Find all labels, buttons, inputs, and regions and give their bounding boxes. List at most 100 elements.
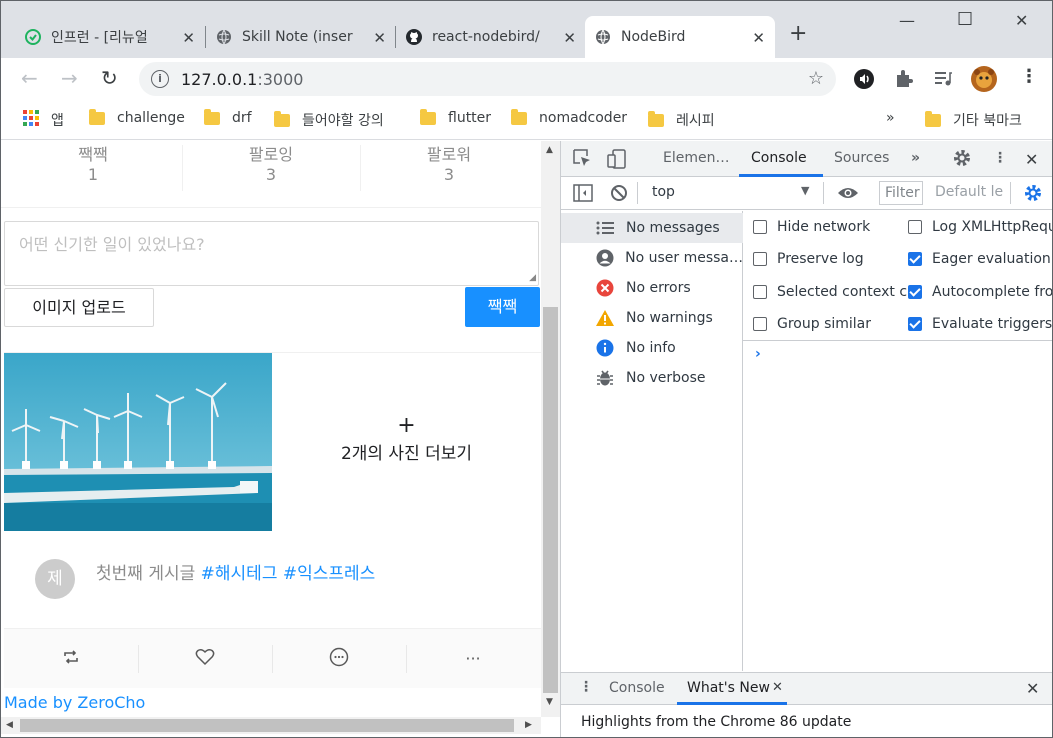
scroll-right-icon[interactable]: ▶ bbox=[525, 720, 532, 730]
extensions-icon[interactable] bbox=[894, 68, 914, 92]
hide-network-checkbox[interactable]: Hide network bbox=[753, 219, 870, 235]
selected-context-checkbox[interactable]: Selected context c bbox=[753, 284, 907, 300]
close-tab-icon[interactable]: ✕ bbox=[563, 29, 576, 47]
close-devtools-icon[interactable]: ✕ bbox=[1025, 150, 1038, 169]
reload-icon[interactable]: ↻ bbox=[101, 66, 118, 90]
group-similar-checkbox[interactable]: Group similar bbox=[753, 316, 871, 332]
close-drawer-icon[interactable]: ✕ bbox=[1026, 679, 1039, 698]
devtools-kebab-icon[interactable]: ⋮ bbox=[993, 150, 1007, 166]
bookmark-folder-drf[interactable]: drf bbox=[204, 108, 252, 126]
folder-icon bbox=[89, 108, 105, 125]
context-select[interactable]: top bbox=[652, 184, 675, 200]
new-tab-icon[interactable]: + bbox=[789, 21, 807, 46]
close-drawer-tab-icon[interactable]: ✕ bbox=[772, 680, 783, 695]
more-tabs-icon[interactable]: » bbox=[911, 150, 920, 166]
autocomplete-checkbox[interactable]: Autocomplete fror bbox=[908, 284, 1053, 300]
maximize-icon[interactable]: ☐ bbox=[957, 9, 973, 30]
bookmark-folder-challenge[interactable]: challenge bbox=[89, 108, 185, 126]
scroll-left-icon[interactable]: ◀ bbox=[6, 720, 13, 730]
close-tab-icon[interactable]: ✕ bbox=[752, 29, 765, 47]
option-label: Selected context c bbox=[777, 284, 908, 300]
more-photos-button[interactable]: + 2개의 사진 더보기 bbox=[272, 353, 541, 531]
inspect-icon[interactable] bbox=[573, 149, 591, 171]
option-label: Autocomplete fror bbox=[932, 284, 1053, 300]
post-image[interactable] bbox=[4, 353, 272, 531]
sidebar-item-user-messages[interactable]: No user messa… bbox=[561, 243, 743, 273]
device-toolbar-icon[interactable] bbox=[607, 149, 627, 173]
sidebar-item-warnings[interactable]: No warnings bbox=[561, 303, 743, 333]
comment-button[interactable] bbox=[272, 629, 406, 688]
hashtag-link[interactable]: #해시테그 bbox=[201, 564, 278, 584]
close-tab-icon[interactable]: ✕ bbox=[182, 29, 195, 47]
drawer-tab-whats-new[interactable]: What's New bbox=[687, 680, 770, 696]
drawer-tab-console[interactable]: Console bbox=[609, 680, 665, 696]
resize-grip-icon[interactable]: ◢ bbox=[529, 273, 536, 283]
image-upload-button[interactable]: 이미지 업로드 bbox=[4, 288, 154, 327]
post-textarea[interactable]: 어떤 신기한 일이 있었나요? ◢ bbox=[4, 221, 539, 286]
bookmark-star-icon[interactable]: ☆ bbox=[808, 68, 824, 89]
footer-link[interactable]: Made by ZeroCho bbox=[4, 693, 145, 712]
sidebar-item-messages[interactable]: No messages bbox=[561, 213, 743, 243]
back-icon[interactable]: ← bbox=[21, 66, 38, 90]
gear-icon[interactable] bbox=[952, 148, 972, 172]
address-bar[interactable]: i 127.0.0.1:3000 ☆ bbox=[139, 62, 836, 96]
menu-kebab-icon[interactable]: ⋮ bbox=[1020, 66, 1038, 87]
console-prompt-icon[interactable]: › bbox=[755, 346, 761, 362]
bookmark-folder-nomadcoder[interactable]: nomadcoder bbox=[511, 108, 627, 126]
filter-input[interactable]: Filter bbox=[879, 181, 923, 205]
log-levels-select[interactable]: Default le bbox=[935, 184, 1003, 200]
evaluate-triggers-checkbox[interactable]: Evaluate triggers u bbox=[908, 316, 1052, 332]
sidebar-label: No user messa… bbox=[625, 250, 743, 266]
hashtag-link[interactable]: #익스프레스 bbox=[283, 564, 375, 584]
tab-nodebird[interactable]: NodeBird ✕ bbox=[585, 16, 775, 58]
stat-tweets[interactable]: 짹짹 1 bbox=[4, 141, 182, 189]
bookmark-folder-flutter[interactable]: flutter bbox=[420, 108, 491, 126]
console-settings-icon[interactable] bbox=[1023, 183, 1043, 207]
info-icon[interactable]: i bbox=[151, 70, 169, 88]
clear-console-icon[interactable] bbox=[610, 184, 628, 206]
retweet-button[interactable] bbox=[4, 629, 138, 688]
vertical-scrollbar[interactable]: ▲ ▼ bbox=[541, 141, 560, 717]
checkbox-icon bbox=[753, 220, 767, 234]
stat-following[interactable]: 팔로잉 3 bbox=[182, 141, 360, 189]
log-xhr-checkbox[interactable]: Log XMLHttpRequ bbox=[908, 219, 1052, 235]
eager-evaluation-checkbox[interactable]: Eager evaluation bbox=[908, 251, 1051, 267]
scroll-down-icon[interactable]: ▼ bbox=[546, 697, 553, 707]
sidebar-item-info[interactable]: No info bbox=[561, 333, 743, 363]
bookmark-folder-other[interactable]: 기타 북마크 bbox=[925, 110, 1022, 130]
tab-inflearn[interactable]: 인프런 - [리뉴얼 ✕ bbox=[15, 16, 205, 58]
bookmark-folder-recipes[interactable]: 레시피 bbox=[648, 110, 715, 130]
dropdown-caret-icon[interactable]: ▼ bbox=[801, 184, 809, 197]
tab-sources[interactable]: Sources bbox=[834, 150, 889, 166]
profile-avatar[interactable] bbox=[971, 66, 997, 96]
like-button[interactable] bbox=[138, 629, 272, 688]
stat-followers[interactable]: 팔로워 3 bbox=[360, 141, 538, 189]
eye-icon[interactable] bbox=[837, 185, 859, 205]
tab-skill-note[interactable]: Skill Note (inser ✕ bbox=[206, 16, 396, 58]
github-icon bbox=[406, 29, 422, 45]
bookmark-overflow[interactable]: » bbox=[886, 110, 895, 126]
tweet-submit-button[interactable]: 짹짹 bbox=[465, 287, 540, 327]
avatar[interactable]: 제 bbox=[35, 559, 75, 599]
tab-console[interactable]: Console bbox=[751, 150, 807, 166]
bookmark-folder-lectures[interactable]: 들어야할 강의 bbox=[274, 110, 384, 130]
tab-elements[interactable]: Elemen… bbox=[663, 150, 729, 166]
media-icon[interactable] bbox=[853, 68, 875, 94]
scroll-thumb[interactable] bbox=[543, 307, 558, 693]
preserve-log-checkbox[interactable]: Preserve log bbox=[753, 251, 864, 267]
minimize-icon[interactable]: — bbox=[899, 11, 915, 30]
horizontal-scrollbar[interactable]: ◀ ▶ bbox=[1, 717, 541, 734]
sidebar-item-errors[interactable]: No errors bbox=[561, 273, 743, 303]
sidebar-toggle-icon[interactable] bbox=[573, 184, 593, 206]
sidebar-item-verbose[interactable]: No verbose bbox=[561, 363, 743, 393]
close-tab-icon[interactable]: ✕ bbox=[373, 29, 386, 47]
drawer-kebab-icon[interactable]: ⋮ bbox=[579, 679, 593, 695]
more-options-button[interactable]: ··· bbox=[406, 629, 540, 688]
scroll-up-icon[interactable]: ▲ bbox=[546, 145, 553, 155]
tab-react-nodebird[interactable]: react-nodebird/ ✕ bbox=[396, 16, 586, 58]
forward-icon[interactable]: → bbox=[61, 66, 78, 90]
bookmark-apps[interactable]: 앱 bbox=[23, 110, 64, 130]
scroll-thumb[interactable] bbox=[20, 719, 514, 732]
media-queue-icon[interactable] bbox=[933, 68, 953, 92]
close-window-icon[interactable]: ✕ bbox=[1015, 11, 1028, 30]
